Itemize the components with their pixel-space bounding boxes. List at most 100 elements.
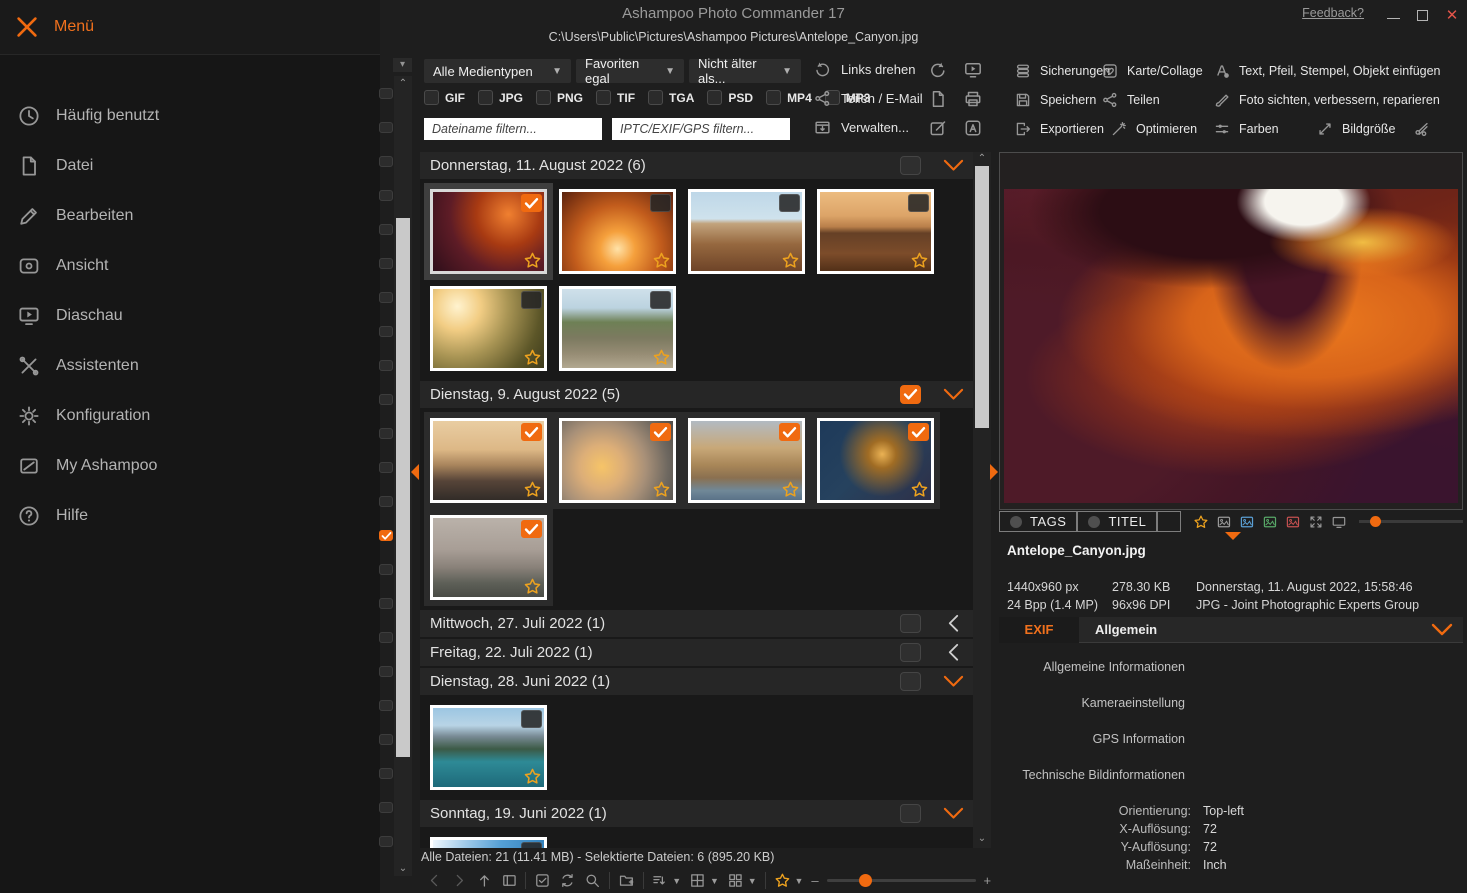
photo-thumbnail-hiker-rocks[interactable] [688, 189, 805, 274]
rating-blue-icon[interactable] [1239, 513, 1255, 531]
format-checkbox-jpg[interactable]: JPG [478, 90, 523, 105]
photo-checkbox[interactable] [779, 423, 800, 441]
file-select-checkbox[interactable] [379, 564, 393, 575]
favorite-star-icon[interactable] [523, 577, 542, 596]
favorite-star-icon[interactable] [781, 480, 800, 499]
scrollbar-thumb[interactable] [975, 166, 989, 428]
strip-dropdown-button[interactable]: ▾ [393, 58, 412, 72]
monitor-play-button[interactable] [963, 60, 983, 80]
links-drehen-button[interactable]: Links drehen [813, 60, 915, 79]
group-header[interactable]: Sonntag, 19. Juni 2022 (1) [420, 800, 973, 827]
file-select-checkbox[interactable] [379, 836, 393, 847]
tab-allgemein[interactable]: Allgemein [1095, 617, 1157, 643]
photo-checkbox[interactable] [521, 520, 542, 538]
verwalten-button[interactable]: Verwalten... [813, 118, 909, 137]
file-select-checkbox[interactable] [379, 360, 393, 371]
parent-folder-icon[interactable] [476, 871, 493, 890]
fullscreen-icon[interactable] [1308, 513, 1324, 531]
file-select-checkbox[interactable] [379, 462, 393, 473]
chevron-down-icon[interactable] [943, 388, 964, 401]
titel-button[interactable]: TITEL [1077, 511, 1157, 532]
pdf-button[interactable] [963, 118, 983, 138]
group-checkbox[interactable] [900, 804, 921, 823]
photo-thumbnail-antelope-canyon[interactable] [430, 189, 547, 274]
text-pfeil-stempel-objekt-einf-gen-button[interactable]: Text, Pfeil, Stempel, Objekt einfügen [1213, 62, 1441, 80]
close-button[interactable]: ✕ [1445, 8, 1459, 22]
file-select-checkbox[interactable] [379, 428, 393, 439]
sidebar-item-h-ufig-benutzt[interactable]: Häufig benutzt [0, 91, 380, 141]
favorite-star-icon[interactable] [523, 480, 542, 499]
photo-thumbnail-monument-valley[interactable] [817, 189, 934, 274]
sidebar-item-assistenten[interactable]: Assistenten [0, 341, 380, 391]
photo-checkbox[interactable] [521, 291, 542, 309]
photo-checkbox[interactable] [521, 710, 542, 728]
file-select-checkbox[interactable] [379, 394, 393, 405]
file-select-checkbox[interactable] [379, 292, 393, 303]
display-icon[interactable] [1331, 513, 1347, 531]
collapse-right-panel-arrow[interactable] [990, 464, 998, 480]
group-header[interactable]: Freitag, 22. Juli 2022 (1) [420, 639, 973, 666]
group-checkbox[interactable] [900, 156, 921, 175]
format-checkbox-gif[interactable]: GIF [424, 90, 465, 105]
sidebar-item-ansicht[interactable]: Ansicht [0, 241, 380, 291]
file-select-checkbox[interactable] [379, 666, 393, 677]
favorite-filter-icon[interactable] [774, 871, 791, 890]
rating-gray-icon[interactable] [1216, 513, 1232, 531]
crop-button[interactable] [1413, 120, 1431, 138]
collapse-left-panel-arrow[interactable] [411, 464, 419, 480]
rotate-right-button[interactable] [928, 60, 948, 80]
file-select-checkbox[interactable] [379, 88, 393, 99]
tab-exif[interactable]: EXIF [999, 617, 1079, 643]
file-select-checkbox[interactable] [379, 224, 393, 235]
favorite-star-icon[interactable] [910, 251, 929, 270]
farben-button[interactable]: Farben [1213, 120, 1279, 138]
preview-image[interactable] [1004, 189, 1458, 503]
favorite-star-icon[interactable] [652, 251, 671, 270]
format-checkbox-psd[interactable]: PSD [707, 90, 753, 105]
favorite-caret[interactable]: ▼ [794, 876, 803, 886]
group-header[interactable]: Donnerstag, 11. August 2022 (6) [420, 152, 973, 179]
favorites-dropdown[interactable]: Favoriten egal▼ [576, 59, 684, 83]
exif-section-gps-information[interactable]: GPS Information [999, 732, 1463, 746]
photo-checkbox[interactable] [908, 423, 929, 441]
menu-label[interactable]: Menü [54, 18, 94, 36]
file-select-checkbox[interactable] [379, 190, 393, 201]
favorite-star-icon[interactable] [523, 767, 542, 786]
tile-view-icon[interactable] [727, 871, 744, 890]
photo-checkbox[interactable] [521, 423, 542, 441]
iptc-filter-input[interactable] [612, 118, 790, 140]
file-select-checkbox[interactable] [379, 768, 393, 779]
file-select-checkbox[interactable] [379, 122, 393, 133]
speichern-button[interactable]: Speichern [1014, 91, 1096, 109]
photo-thumbnail-mountain-lake[interactable] [430, 705, 547, 790]
slider-knob[interactable] [859, 874, 872, 887]
chevron-left-icon[interactable] [947, 614, 960, 633]
filename-filter-input[interactable] [424, 118, 602, 140]
sidebar-item-konfiguration[interactable]: Konfiguration [0, 391, 380, 441]
tags-button[interactable]: TAGS [999, 511, 1077, 532]
photo-thumbnail-tent-sunrise[interactable] [430, 286, 547, 371]
photo-thumbnail-sandstone-arch[interactable] [559, 189, 676, 274]
sidebar-item-bearbeiten[interactable]: Bearbeiten [0, 191, 380, 241]
favorite-star-icon[interactable] [523, 251, 542, 270]
file-select-checkbox[interactable] [379, 530, 393, 541]
photo-thumbnail-forest-camp[interactable] [559, 286, 676, 371]
scroll-down-icon[interactable]: ⌄ [973, 833, 991, 844]
format-checkbox-mp4[interactable]: MP4 [766, 90, 812, 105]
photo-thumbnail-venice-gondolas[interactable] [430, 418, 547, 503]
rating-green-icon[interactable] [1262, 513, 1278, 531]
printer-button[interactable] [963, 89, 983, 109]
chevron-left-icon[interactable] [947, 643, 960, 662]
file-select-checkbox[interactable] [379, 496, 393, 507]
new-file-button[interactable] [928, 89, 948, 109]
file-select-checkbox[interactable] [379, 156, 393, 167]
collapse-info-icon[interactable] [1431, 623, 1453, 637]
photo-checkbox[interactable] [521, 194, 542, 212]
back-icon[interactable] [426, 871, 443, 890]
favorite-star-icon[interactable] [652, 348, 671, 367]
select-all-icon[interactable] [534, 871, 551, 890]
search-icon[interactable] [584, 871, 601, 890]
group-header[interactable]: Mittwoch, 27. Juli 2022 (1) [420, 610, 973, 637]
file-select-checkbox[interactable] [379, 326, 393, 337]
file-select-checkbox[interactable] [379, 598, 393, 609]
